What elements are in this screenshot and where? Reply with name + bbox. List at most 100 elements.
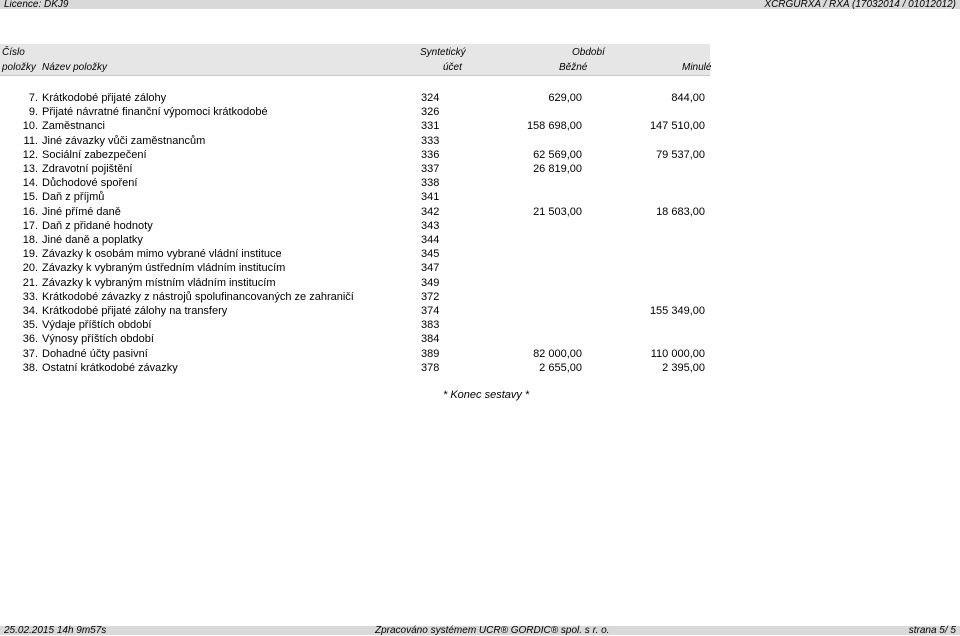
row-number: 34. <box>22 305 38 317</box>
row-name: Jiné daně a poplatky <box>42 234 143 246</box>
row-name: Závazky k vybraným ústředním vládním ins… <box>42 262 286 275</box>
row-number: 15. <box>22 191 38 204</box>
col-cislo-top: Číslo <box>2 47 25 58</box>
row-account: 374 <box>421 305 440 317</box>
row-name: Přijaté návratné finanční výpomoci krátk… <box>42 106 268 119</box>
end-of-report: * Konec sestavy * <box>443 389 530 401</box>
table-row: 33. Krátkodobé závazky z nástrojů spolufi… <box>0 290 710 304</box>
row-account: 347 <box>421 262 440 275</box>
row-number: 11. <box>23 134 38 147</box>
row-minule: 147 510,00 <box>649 120 705 133</box>
table-row: 10. Zaměstnanci 331 158 698,00 147 510,00 <box>0 119 710 133</box>
report-id: XCRGURXA / RXA (17032014 / 01012012) <box>764 0 956 10</box>
row-number: 21. <box>22 276 38 289</box>
row-account: 378 <box>421 361 440 374</box>
row-account: 345 <box>421 248 440 261</box>
row-account: 343 <box>421 219 440 232</box>
row-name: Zdravotní pojištění <box>42 163 133 175</box>
top-bar: Licence: DKJ9 XCRGURXA / RXA (17032014 /… <box>0 0 960 10</box>
row-name: Krátkodobé přijaté zálohy <box>42 92 167 104</box>
table-row: 19. Závazky k osobám mimo vybrané vládní … <box>0 247 710 261</box>
row-number: 7. <box>28 92 38 104</box>
row-number: 37. <box>22 347 38 360</box>
row-number: 17. <box>22 219 38 232</box>
table-row: 9. Přijaté návratné finanční výpomoci krá… <box>0 105 710 119</box>
footer-system: Zpracováno systémem UCR® GORDIC® spol. s… <box>375 625 610 636</box>
row-account: 342 <box>421 205 440 218</box>
table-row: 37. Dohadné účty pasivní 389 82 000,00 110 0… <box>0 347 710 361</box>
row-number: 14. <box>22 177 38 190</box>
row-account: 324 <box>421 92 440 104</box>
row-minule: 2 395,00 <box>662 361 705 374</box>
row-name: Výnosy příštích období <box>42 333 154 346</box>
row-name: Zaměstnanci <box>42 120 105 133</box>
row-minule: 844,00 <box>671 92 705 104</box>
row-number: 10. <box>22 120 38 133</box>
row-account: 341 <box>421 191 440 204</box>
table-row: 17. Daň z přidané hodnoty 343 <box>0 219 710 233</box>
row-bezne: 82 000,00 <box>533 347 582 360</box>
col-obdobi: Období <box>572 47 605 58</box>
table-row: 13. Zdravotní pojištění 337 26 819,00 <box>0 162 710 176</box>
footer-bar: 25.02.2015 14h 9m57s Zpracováno systémem… <box>0 625 960 636</box>
row-number: 9. <box>28 106 38 119</box>
row-number: 13. <box>22 163 38 175</box>
row-account: 383 <box>421 319 440 332</box>
table-row: 36. Výnosy příštích období 384 <box>0 332 710 346</box>
col-synteticky-bottom: účet <box>443 62 462 73</box>
row-bezne: 158 698,00 <box>526 120 582 133</box>
table-row: 7. Krátkodobé přijaté zálohy 324 629,00 844,… <box>0 91 710 105</box>
table-row: 14. Důchodové spoření 338 <box>0 176 710 190</box>
row-name: Dohadné účty pasivní <box>42 347 148 360</box>
row-name: Krátkodobé závazky z nástrojů spolufinan… <box>42 290 354 303</box>
row-bezne: 62 569,00 <box>533 148 582 161</box>
col-nazev: Název položky <box>42 62 108 73</box>
row-account: 344 <box>421 234 440 246</box>
row-number: 18. <box>22 234 38 246</box>
table-header: Číslo položky Název položky Syntetický ú… <box>0 44 712 76</box>
row-number: 36. <box>22 333 38 346</box>
row-bezne: 2 655,00 <box>539 361 582 374</box>
row-name: Krátkodobé přijaté zálohy na transfery <box>42 305 228 317</box>
row-account: 333 <box>421 134 440 147</box>
table-row: 38. Ostatní krátkodobé závazky 378 2 655,00… <box>0 361 710 375</box>
table-row: 11. Jiné závazky vůči zaměstnancům 333 <box>0 134 710 148</box>
col-bezne: Běžné <box>559 62 588 73</box>
row-number: 19. <box>22 248 38 261</box>
row-account: 336 <box>421 148 440 161</box>
row-name: Daň z příjmů <box>42 191 105 204</box>
row-name: Závazky k vybraným místním vládním insti… <box>42 276 276 289</box>
row-bezne: 26 819,00 <box>533 163 582 175</box>
row-account: 338 <box>421 177 440 190</box>
table-row: 34. Krátkodobé přijaté zálohy na transfer… <box>0 304 710 318</box>
row-account: 331 <box>421 120 440 133</box>
row-account: 337 <box>421 163 440 175</box>
row-number: 16. <box>22 205 38 218</box>
row-number: 35. <box>22 319 38 332</box>
licence-label: Licence: DKJ9 <box>4 0 69 10</box>
row-number: 20. <box>22 262 38 275</box>
row-account: 326 <box>421 106 440 119</box>
col-synteticky-top: Syntetický <box>420 47 466 58</box>
table-row: 35. Výdaje příštích období 383 <box>0 318 710 332</box>
row-name: Důchodové spoření <box>42 177 138 190</box>
row-name: Daň z přidané hodnoty <box>42 219 153 232</box>
row-name: Ostatní krátkodobé závazky <box>42 361 178 374</box>
row-account: 372 <box>421 290 440 303</box>
row-name: Výdaje příštích období <box>42 319 152 332</box>
row-bezne: 629,00 <box>548 92 582 104</box>
row-minule: 155 349,00 <box>649 305 705 317</box>
row-minule: 110 000,00 <box>650 347 705 360</box>
row-number: 33. <box>22 290 38 303</box>
row-minule: 18 683,00 <box>656 205 705 218</box>
footer-page: strana 5/ 5 <box>908 625 956 636</box>
row-number: 12. <box>22 148 38 161</box>
col-cislo-bottom: položky <box>2 62 36 73</box>
row-name: Sociální zabezpečení <box>42 148 147 161</box>
row-account: 349 <box>421 276 440 289</box>
row-number: 38. <box>22 361 38 374</box>
col-minule: Minulé <box>682 62 712 73</box>
row-account: 389 <box>421 347 440 360</box>
row-name: Jiné závazky vůči zaměstnancům <box>42 134 206 147</box>
row-minule: 79 537,00 <box>656 148 705 161</box>
